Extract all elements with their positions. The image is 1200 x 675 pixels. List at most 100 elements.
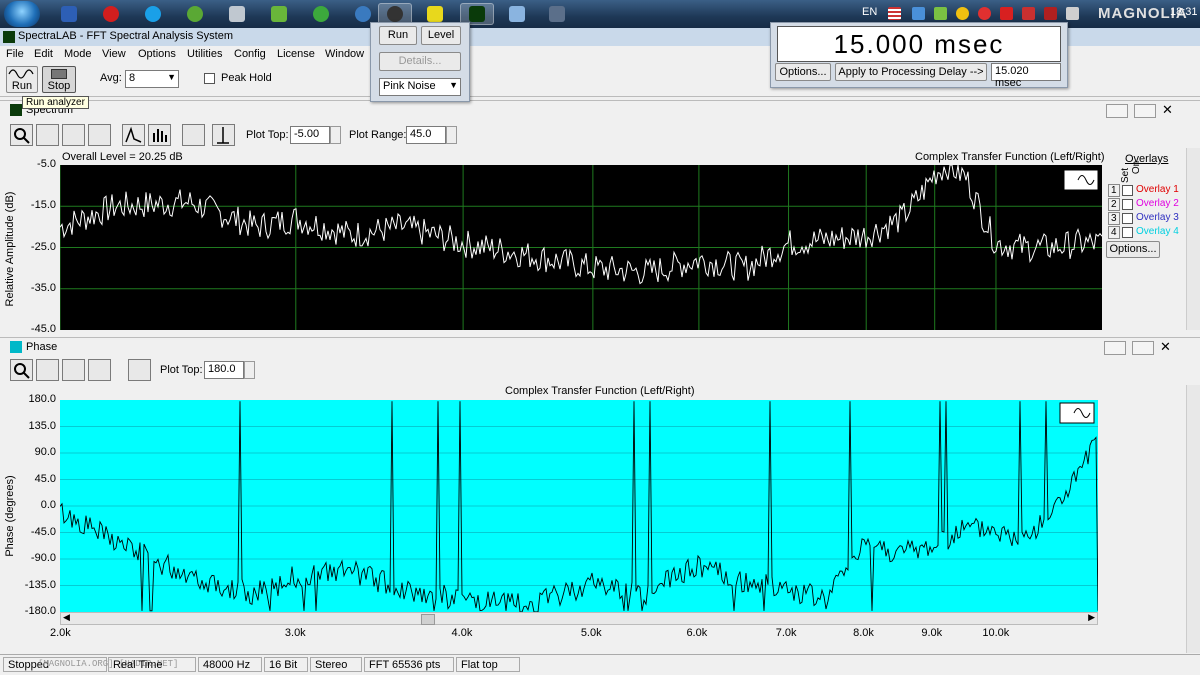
scroll-right-icon[interactable]: ▶ — [1088, 612, 1095, 623]
zoom-out-full-icon[interactable] — [88, 124, 111, 146]
minimize-button[interactable] — [1104, 341, 1126, 355]
peak-hold-checkbox[interactable] — [204, 73, 215, 84]
avg-label: Avg: — [100, 72, 122, 84]
taskbar-app-network[interactable] — [500, 3, 534, 25]
power-icon[interactable] — [1066, 7, 1079, 20]
overlays-on-label: On — [1131, 160, 1143, 175]
taskbar-app-skype[interactable] — [136, 3, 170, 25]
zoom-in-2x-icon[interactable] — [36, 124, 59, 146]
overlay-on-checkbox[interactable] — [1122, 185, 1133, 196]
zoom-out-full-icon[interactable] — [88, 359, 111, 381]
zoom-in-2x-icon[interactable] — [36, 359, 59, 381]
taskbar-app-utorrent[interactable] — [304, 3, 338, 25]
noise-type-select[interactable]: Pink Noise ▼ — [379, 78, 461, 96]
maximize-button[interactable] — [1134, 104, 1156, 118]
menu-mode[interactable]: Mode — [64, 48, 92, 60]
ati-icon[interactable] — [1000, 7, 1013, 20]
line-plot-icon[interactable] — [122, 124, 145, 146]
taskbar-app-save[interactable] — [52, 3, 86, 25]
overlay-set-button[interactable]: 2 — [1108, 198, 1120, 211]
run-button[interactable]: Run — [6, 66, 38, 93]
plot-range-spinner[interactable] — [446, 126, 457, 144]
plot-top-spinner[interactable] — [330, 126, 341, 144]
stop-button-label: Stop — [47, 80, 71, 92]
network-icon[interactable] — [912, 7, 925, 20]
zoom-out-2x-icon[interactable] — [62, 124, 85, 146]
delay-panel: 15.000 msec Options... Apply to Processi… — [770, 22, 1068, 89]
taskbar-app-display[interactable] — [540, 3, 574, 25]
zoom-out-2x-icon[interactable] — [62, 359, 85, 381]
start-button[interactable] — [4, 1, 40, 27]
flag-icon[interactable] — [888, 7, 901, 20]
overlay-options-button[interactable]: Options... — [1106, 241, 1160, 258]
generator-level-button[interactable]: Level — [421, 26, 461, 45]
spectrum-plot[interactable] — [60, 165, 1102, 330]
phase-plot-top-spinner[interactable] — [244, 361, 255, 379]
generator-run-button[interactable]: Run — [379, 26, 417, 45]
chevron-down-icon: ▼ — [449, 80, 458, 90]
alert-icon[interactable] — [1022, 7, 1035, 20]
overlay-set-button[interactable]: 4 — [1108, 226, 1120, 239]
zoom-icon[interactable] — [10, 359, 33, 381]
phase-x-tick: 8.0k — [853, 627, 874, 639]
menu-window[interactable]: Window — [325, 48, 364, 60]
maximize-button[interactable] — [1132, 341, 1154, 355]
avg-select[interactable]: 8 ▼ — [125, 70, 179, 88]
opera-tray-icon[interactable] — [978, 7, 991, 20]
processing-delay-field[interactable]: 15.020 msec — [991, 63, 1061, 89]
menu-options[interactable]: Options — [138, 48, 176, 60]
language-indicator[interactable]: EN — [862, 6, 877, 18]
status-sample-rate: 48000 Hz — [198, 657, 262, 672]
autoscale-icon[interactable] — [212, 124, 235, 146]
overlay-name: Overlay 2 — [1136, 198, 1179, 209]
overlay-set-button[interactable]: 1 — [1108, 184, 1120, 197]
taskbar-app-torrent[interactable] — [262, 3, 296, 25]
phase-plot-top-input[interactable]: 180.0 — [204, 361, 244, 379]
app-icon — [3, 31, 15, 43]
system-clock[interactable]: 18:31 — [1170, 6, 1198, 18]
overlay-name: Overlay 4 — [1136, 226, 1179, 237]
delay-options-button[interactable]: Options... — [775, 63, 831, 81]
menu-utilities[interactable]: Utilities — [187, 48, 222, 60]
menu-file[interactable]: File — [6, 48, 24, 60]
menu-view[interactable]: View — [102, 48, 126, 60]
close-button[interactable]: ✕ — [1162, 103, 1184, 118]
overlay-on-checkbox[interactable] — [1122, 227, 1133, 238]
phase-panel-icon — [10, 341, 22, 353]
plot-top-input[interactable]: -5.00 — [290, 126, 330, 144]
status-window: Flat top — [456, 657, 520, 672]
zoom-icon[interactable] — [10, 124, 33, 146]
menu-config[interactable]: Config — [234, 48, 266, 60]
taskbar-app-tools[interactable] — [220, 3, 254, 25]
phase-scrollbar[interactable] — [1186, 385, 1200, 653]
overlay-set-button[interactable]: 3 — [1108, 212, 1120, 225]
plot-properties-icon[interactable] — [182, 124, 205, 146]
volume-icon[interactable] — [1044, 7, 1057, 20]
menu-edit[interactable]: Edit — [34, 48, 53, 60]
spectrum-scrollbar[interactable] — [1186, 148, 1200, 330]
phase-x-tick: 9.0k — [921, 627, 943, 639]
stop-icon — [51, 69, 67, 79]
apply-processing-delay-button[interactable]: Apply to Processing Delay --> — [835, 63, 987, 81]
taskbar-app-opera[interactable] — [94, 3, 128, 25]
plot-range-input[interactable]: 45.0 — [406, 126, 446, 144]
scroll-left-icon[interactable]: ◀ — [63, 612, 70, 623]
minimize-button[interactable] — [1106, 104, 1128, 118]
taskbar-app-utility[interactable] — [178, 3, 212, 25]
close-button[interactable]: ✕ — [1160, 340, 1182, 355]
avg-select-value: 8 — [129, 72, 136, 84]
plot-properties-icon[interactable] — [128, 359, 151, 381]
menu-license[interactable]: License — [277, 48, 315, 60]
bar-plot-icon[interactable] — [148, 124, 171, 146]
stop-button[interactable]: Stop — [42, 66, 76, 93]
phase-plot[interactable] — [60, 400, 1098, 612]
phase-y-tick: -90.0 — [30, 552, 56, 564]
antivirus-icon[interactable] — [956, 7, 969, 20]
battery-icon[interactable] — [934, 7, 947, 20]
phase-horizontal-scrollbar[interactable]: ◀ ▶ — [60, 612, 1098, 625]
overlay-on-checkbox[interactable] — [1122, 199, 1133, 210]
phase-x-tick: 6.0k — [686, 627, 708, 639]
scroll-thumb[interactable] — [421, 614, 435, 625]
overlay-on-checkbox[interactable] — [1122, 213, 1133, 224]
generator-details-button[interactable]: Details... — [379, 52, 461, 71]
